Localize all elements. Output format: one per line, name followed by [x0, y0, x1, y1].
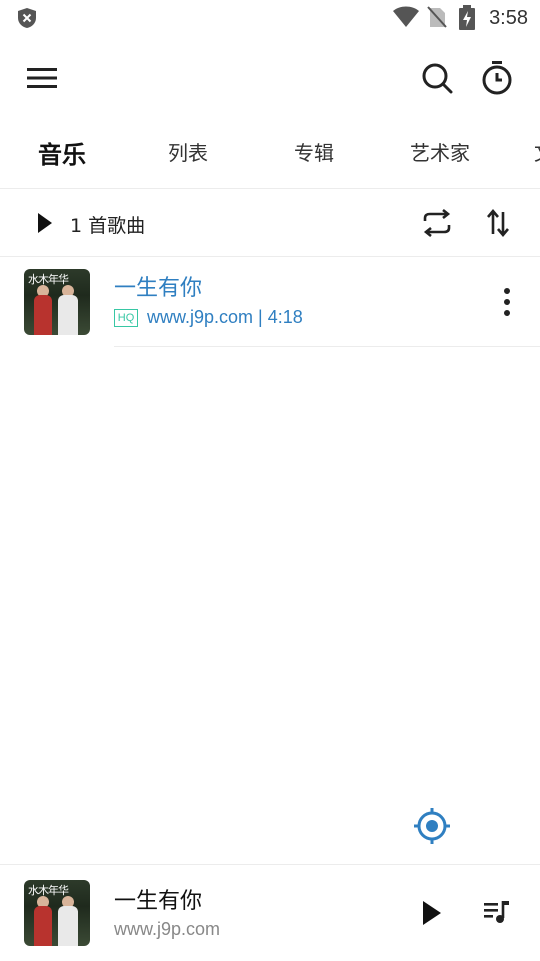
wifi-icon — [392, 6, 420, 32]
timer-icon[interactable] — [476, 57, 518, 99]
header-divider — [0, 256, 540, 257]
sort-icon[interactable] — [486, 208, 510, 242]
tab-folders[interactable]: 文 — [534, 137, 540, 166]
now-playing-cover: 水木年华 — [24, 880, 90, 946]
now-playing-title: 一生有你 — [114, 889, 203, 914]
song-divider — [114, 346, 540, 347]
now-playing-cover-title: 水木年华 — [28, 884, 69, 897]
no-sim-icon — [427, 6, 447, 32]
status-bar: 3:58 — [0, 0, 540, 36]
song-artist-duration: www.j9p.com | 4:18 — [147, 307, 303, 327]
battery-charging-icon — [458, 5, 476, 35]
play-pause-icon[interactable] — [420, 899, 444, 931]
tab-albums[interactable]: 专辑 — [294, 137, 334, 166]
menu-icon[interactable] — [22, 58, 62, 98]
album-cover: 水木年华 — [24, 269, 90, 335]
now-playing-bar[interactable]: 水木年华 一生有你 www.j9p.com — [0, 864, 540, 961]
play-all-row[interactable]: 1 首歌曲 — [0, 190, 540, 256]
status-time: 3:58 — [489, 7, 528, 29]
shield-icon — [16, 7, 38, 33]
song-title: 一生有你 — [114, 276, 203, 301]
hq-badge: HQ — [114, 309, 138, 327]
song-count: 1 首歌曲 — [70, 215, 146, 237]
now-playing-artist: www.j9p.com — [114, 919, 221, 939]
album-cover-title: 水木年华 — [28, 273, 69, 286]
song-list-item[interactable]: 水木年华 一生有你 HQ www.j9p.com | 4:18 — [0, 258, 540, 346]
tab-artists[interactable]: 艺术家 — [410, 137, 470, 166]
locate-current-icon[interactable] — [412, 806, 452, 846]
more-options-icon[interactable] — [494, 286, 520, 318]
repeat-icon[interactable] — [421, 208, 453, 241]
tab-divider — [0, 188, 540, 189]
toolbar — [0, 44, 540, 114]
tab-bar: 音乐 列表 专辑 艺术家 文 — [0, 125, 540, 185]
search-icon[interactable] — [416, 57, 458, 99]
tab-playlists[interactable]: 列表 — [168, 137, 208, 166]
queue-icon[interactable] — [482, 897, 512, 931]
play-icon[interactable] — [36, 212, 54, 238]
tab-music[interactable]: 音乐 — [38, 135, 86, 170]
